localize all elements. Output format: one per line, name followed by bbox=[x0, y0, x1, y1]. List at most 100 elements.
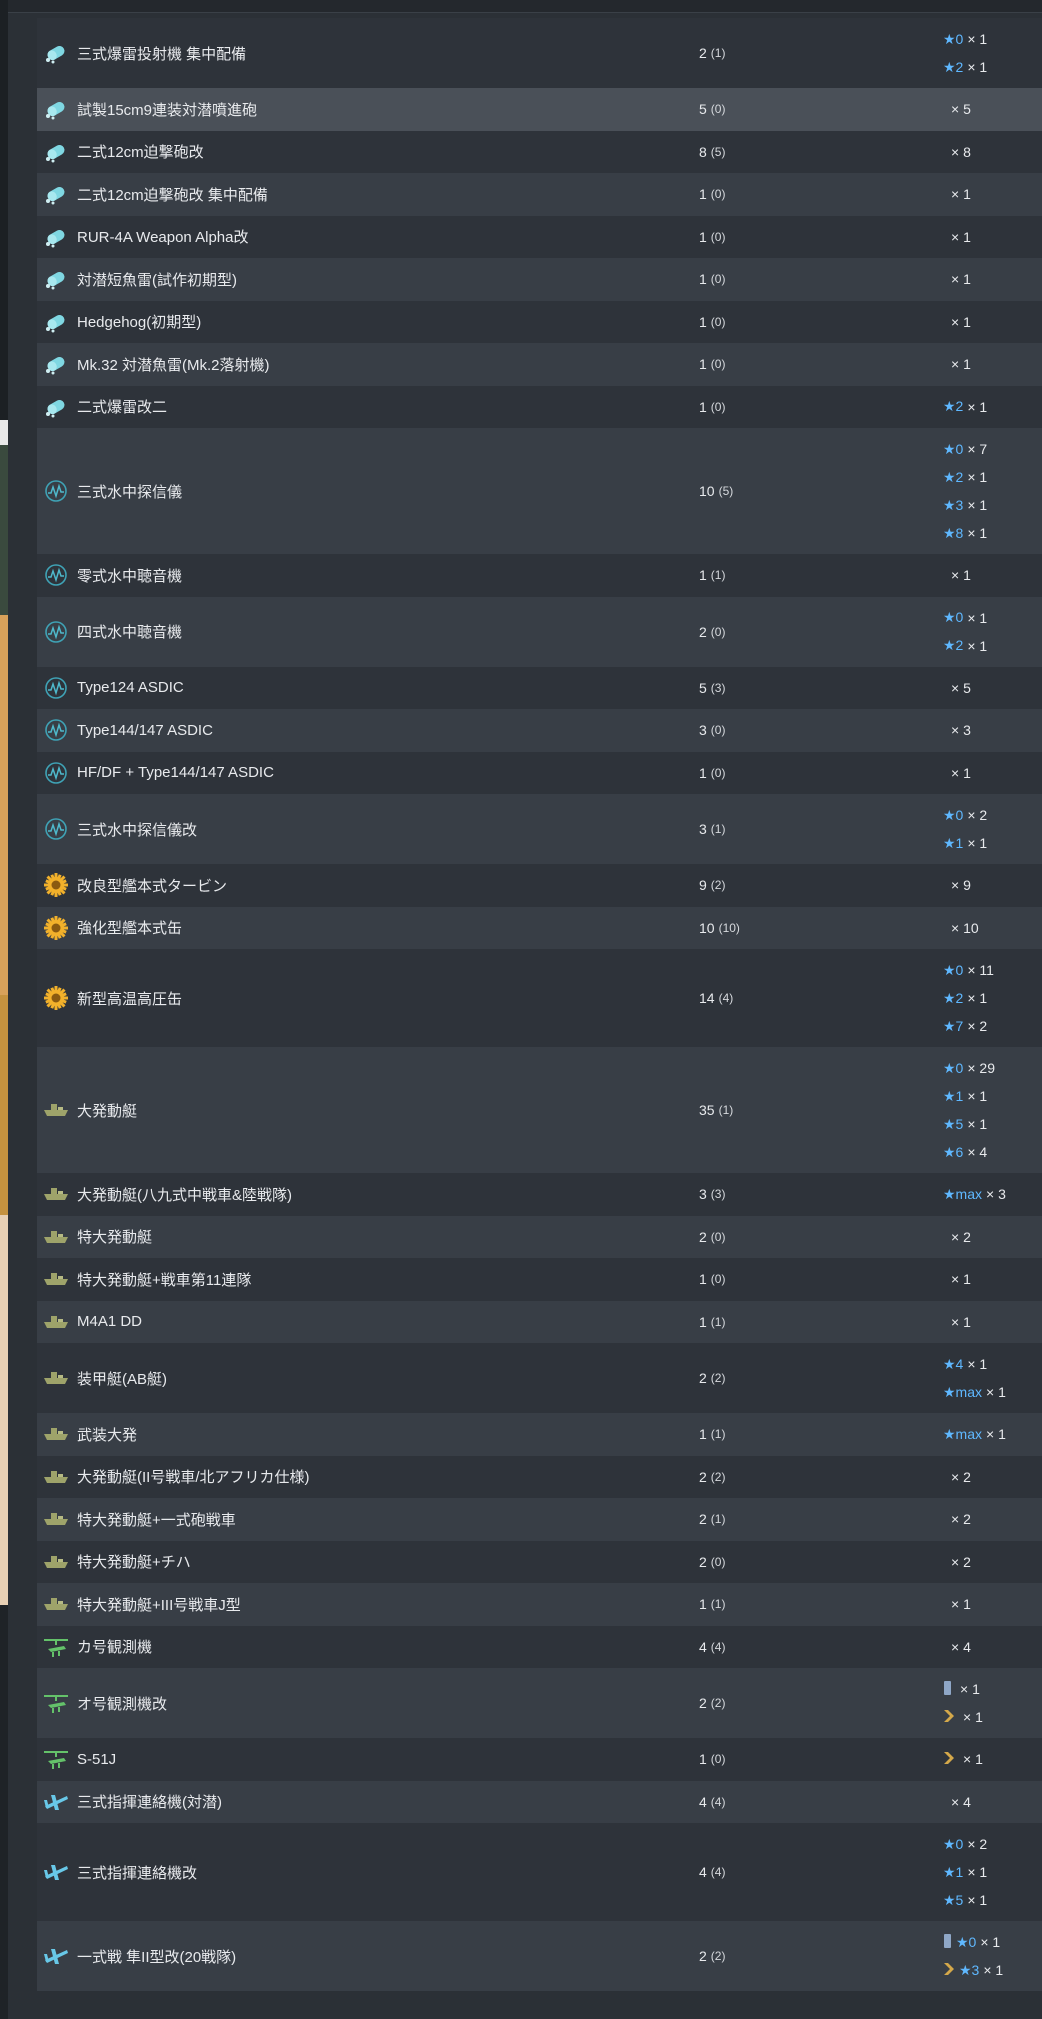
improvement-level-line: × 9 bbox=[943, 871, 971, 899]
landing-craft-icon bbox=[43, 1181, 69, 1207]
improvement-level-line: × 1 bbox=[943, 1675, 983, 1703]
total-count: 1 bbox=[699, 398, 707, 415]
improvement-star: ★0 bbox=[943, 961, 964, 978]
improvement-levels-cell: ★0 × 1 ★2 × 1 bbox=[943, 597, 987, 667]
count-cell: 14 (4) bbox=[699, 949, 733, 1047]
count-cell: 2 (1) bbox=[699, 18, 725, 88]
improvement-levels-cell: × 1 bbox=[943, 343, 971, 386]
equipment-name: 一式戦 隼II型改(20戦隊) bbox=[77, 1948, 237, 1966]
table-row[interactable]: Mk.32 対潜魚雷(Mk.2落射機) 1 (0) × 1 bbox=[37, 343, 1042, 386]
locked-count: (0) bbox=[710, 399, 726, 414]
equipment-name-cell: 二式爆雷改二 bbox=[43, 386, 167, 429]
equipment-name-cell: 二式12cm迫撃砲改 bbox=[43, 131, 204, 174]
table-row[interactable]: 強化型艦本式缶 10 (10) × 10 bbox=[37, 906, 1042, 949]
count-cell: 1 (1) bbox=[699, 554, 725, 597]
table-row[interactable]: 三式指揮連絡機改 4 (4) ★0 × 2 ★1 × 1 ★5 × 1 bbox=[37, 1823, 1042, 1921]
depth-charge-icon bbox=[43, 224, 69, 250]
improvement-star: ★7 bbox=[943, 1017, 964, 1034]
table-row[interactable]: 大発動艇(八九式中戦車&陸戦隊) 3 (3) ★max × 3 bbox=[37, 1173, 1042, 1216]
count-cell: 1 (1) bbox=[699, 1413, 725, 1456]
locked-count: (4) bbox=[710, 1794, 726, 1809]
table-row[interactable]: Type124 ASDIC 5 (3) × 5 bbox=[37, 666, 1042, 710]
table-row[interactable]: 二式12cm迫撃砲改 8 (5) × 8 bbox=[37, 130, 1042, 174]
equipment-name-cell: 試製15cm9連装対潜噴進砲 bbox=[43, 88, 257, 131]
equipment-name-cell: 装甲艇(AB艇) bbox=[43, 1343, 167, 1413]
table-row[interactable]: 三式指揮連絡機(対潜) 4 (4) × 4 bbox=[37, 1780, 1042, 1823]
table-row[interactable]: 零式水中聴音機 1 (1) × 1 bbox=[37, 554, 1042, 597]
table-row[interactable]: 改良型艦本式タービン 9 (2) × 9 bbox=[37, 864, 1042, 907]
level-multiplier: × 2 bbox=[967, 1018, 988, 1034]
table-row[interactable]: 特大発動艇+III号戦車J型 1 (1) × 1 bbox=[37, 1583, 1042, 1626]
table-row[interactable]: HF/DF + Type144/147 ASDIC 1 (0) × 1 bbox=[37, 751, 1042, 794]
count-cell: 3 (0) bbox=[699, 709, 725, 752]
table-row[interactable]: 大発動艇 35 (1) ★0 × 29 ★1 × 1 ★5 × 1 ★6 × 4 bbox=[37, 1047, 1042, 1173]
table-row[interactable]: 特大発動艇+戦車第11連隊 1 (0) × 1 bbox=[37, 1258, 1042, 1301]
table-row[interactable]: 新型高温高圧缶 14 (4) ★0 × 11 ★2 × 1 ★7 × 2 bbox=[37, 949, 1042, 1047]
equipment-name: 大発動艇 bbox=[77, 1102, 138, 1120]
table-row[interactable]: オ号観測機改 2 (2) × 1 × 1 bbox=[37, 1668, 1042, 1738]
table-row[interactable]: 武装大発 1 (1) ★max × 1 bbox=[37, 1413, 1042, 1456]
table-row[interactable]: Hedgehog(初期型) 1 (0) × 1 bbox=[37, 300, 1042, 343]
table-row[interactable]: 一式戦 隼II型改(20戦隊) 2 (2) ★0 × 1 ★3 × 1 bbox=[37, 1921, 1042, 1991]
improvement-levels-cell: × 2 bbox=[943, 1216, 971, 1259]
equipment-name-cell: 特大発動艇 bbox=[43, 1216, 152, 1259]
level-multiplier: × 1 bbox=[951, 1313, 971, 1330]
improvement-level-line: ★3 × 1 bbox=[943, 491, 987, 519]
improvement-level-line: ★1 × 1 bbox=[943, 1082, 995, 1110]
table-row[interactable]: カ号観測機 4 (4) × 4 bbox=[37, 1625, 1042, 1668]
depth-charge-icon bbox=[43, 309, 69, 335]
level-multiplier: × 10 bbox=[951, 919, 979, 936]
liaison-plane-icon bbox=[43, 1943, 69, 1969]
level-multiplier: × 1 bbox=[967, 398, 988, 415]
table-row[interactable]: 特大発動艇 2 (0) × 2 bbox=[37, 1215, 1042, 1259]
level-multiplier: × 3 bbox=[986, 1186, 1006, 1203]
table-row[interactable]: 二式爆雷改二 1 (0) ★2 × 1 bbox=[37, 385, 1042, 429]
improvement-levels-cell: × 5 bbox=[943, 88, 971, 131]
table-row[interactable]: Type144/147 ASDIC 3 (0) × 3 bbox=[37, 709, 1042, 752]
level-multiplier: × 1 bbox=[967, 1864, 988, 1880]
improvement-level-line: ★8 × 1 bbox=[943, 519, 987, 547]
depth-charge-icon bbox=[43, 266, 69, 292]
total-count: 1 bbox=[699, 764, 707, 781]
table-row[interactable]: RUR-4A Weapon Alpha改 1 (0) × 1 bbox=[37, 215, 1042, 258]
table-row[interactable]: 装甲艇(AB艇) 2 (2) ★4 × 1 ★max × 1 bbox=[37, 1343, 1042, 1413]
table-row[interactable]: 試製15cm9連装対潜噴進砲 5 (0) × 5 bbox=[37, 88, 1042, 131]
equipment-name-cell: S-51J bbox=[43, 1738, 116, 1781]
level-multiplier: × 1 bbox=[967, 990, 988, 1006]
table-row[interactable]: 特大発動艇+チハ 2 (0) × 2 bbox=[37, 1540, 1042, 1583]
improvement-star: ★0 bbox=[943, 806, 964, 823]
sonar-icon bbox=[43, 619, 69, 645]
proficiency-bar-icon bbox=[943, 1680, 952, 1699]
autogyro-icon bbox=[43, 1746, 69, 1772]
landing-craft-icon bbox=[43, 1365, 69, 1391]
improvement-level-line: × 1 bbox=[943, 561, 971, 589]
equipment-name: 特大発動艇+III号戦車J型 bbox=[77, 1596, 241, 1614]
table-row[interactable]: 大発動艇(II号戦車/北アフリカ仕様) 2 (2) × 2 bbox=[37, 1455, 1042, 1498]
level-multiplier: × 1 bbox=[951, 271, 971, 288]
table-row[interactable]: 二式12cm迫撃砲改 集中配備 1 (0) × 1 bbox=[37, 173, 1042, 216]
table-row[interactable]: 三式水中探信儀改 3 (1) ★0 × 2 ★1 × 1 bbox=[37, 794, 1042, 864]
table-row[interactable]: 三式水中探信儀 10 (5) ★0 × 7 ★2 × 1 ★3 × 1 ★8 × 1 bbox=[37, 428, 1042, 554]
level-multiplier: × 1 bbox=[967, 469, 988, 485]
improvement-star: ★4 bbox=[943, 1355, 964, 1372]
table-row[interactable]: 三式爆雷投射機 集中配備 2 (1) ★0 × 1 ★2 × 1 bbox=[37, 18, 1042, 88]
improvement-level-line: ★0 × 7 bbox=[943, 435, 987, 463]
table-row[interactable]: 四式水中聴音機 2 (0) ★0 × 1 ★2 × 1 bbox=[37, 596, 1042, 667]
landing-craft-icon bbox=[43, 1266, 69, 1292]
count-cell: 2 (0) bbox=[699, 1216, 725, 1259]
improvement-levels-cell: ★0 × 2 ★1 × 1 bbox=[943, 794, 987, 864]
equipment-name: 二式爆雷改二 bbox=[77, 399, 168, 417]
table-row[interactable]: S-51J 1 (0) × 1 bbox=[37, 1738, 1042, 1781]
improvement-star: ★2 bbox=[943, 989, 964, 1006]
equipment-name: HF/DF + Type144/147 ASDIC bbox=[77, 764, 274, 782]
equipment-name-cell: 特大発動艇+一式砲戦車 bbox=[43, 1498, 236, 1541]
table-row[interactable]: 対潜短魚雷(試作初期型) 1 (0) × 1 bbox=[37, 258, 1042, 301]
improvement-star: ★1 bbox=[943, 1863, 964, 1880]
total-count: 1 bbox=[699, 1596, 707, 1613]
equipment-name-cell: Type124 ASDIC bbox=[43, 667, 184, 710]
table-row[interactable]: 特大発動艇+一式砲戦車 2 (1) × 2 bbox=[37, 1498, 1042, 1541]
improvement-levels-cell: × 1 bbox=[943, 1258, 971, 1301]
equipment-name: 試製15cm9連装対潜噴進砲 bbox=[77, 101, 258, 119]
landing-craft-icon bbox=[43, 1097, 69, 1123]
table-row[interactable]: M4A1 DD 1 (1) × 1 bbox=[37, 1300, 1042, 1343]
